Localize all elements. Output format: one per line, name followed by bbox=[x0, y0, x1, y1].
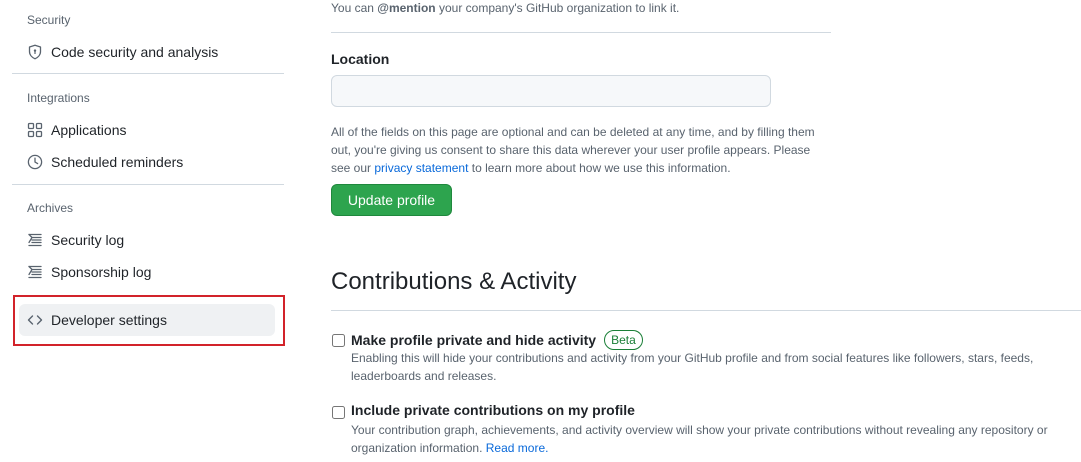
sidebar-item-label: Scheduled reminders bbox=[51, 154, 184, 170]
company-hint: You can @mention your company's GitHub o… bbox=[331, 1, 680, 15]
sidebar-item-sponsorship-log[interactable]: Sponsorship log bbox=[19, 256, 275, 288]
location-input[interactable] bbox=[331, 75, 771, 107]
sidebar-item-label: Code security and analysis bbox=[51, 44, 219, 60]
log-icon bbox=[27, 264, 43, 280]
sidebar-item-security-log[interactable]: Security log bbox=[19, 224, 275, 256]
sidebar-heading-integrations: Integrations bbox=[27, 91, 90, 105]
private-contributions-description: Your contribution graph, achievements, a… bbox=[351, 423, 1048, 455]
privacy-statement-link[interactable]: privacy statement bbox=[374, 161, 468, 175]
private-contributions-label[interactable]: Include private contributions on my prof… bbox=[351, 402, 635, 418]
private-profile-description: Enabling this will hide your contributio… bbox=[351, 351, 1034, 383]
shield-icon bbox=[27, 44, 43, 60]
private-profile-label[interactable]: Make profile private and hide activity Be… bbox=[351, 330, 643, 350]
profile-settings-main: You can @mention your company's GitHub o… bbox=[331, 0, 1081, 462]
location-label: Location bbox=[331, 51, 390, 67]
settings-sidebar: Security Code security and analysis Inte… bbox=[12, 0, 285, 462]
section-divider bbox=[331, 310, 1081, 311]
sidebar-item-label: Security log bbox=[51, 232, 125, 248]
sidebar-item-code-security[interactable]: Code security and analysis bbox=[19, 36, 275, 68]
private-profile-checkbox[interactable] bbox=[332, 334, 345, 347]
read-more-link[interactable]: Read more. bbox=[486, 441, 549, 455]
clock-icon bbox=[27, 154, 43, 170]
sidebar-divider bbox=[12, 73, 284, 74]
sidebar-item-applications[interactable]: Applications bbox=[19, 114, 275, 146]
divider bbox=[331, 32, 831, 33]
sidebar-item-label: Applications bbox=[51, 122, 127, 138]
code-icon bbox=[27, 312, 43, 328]
contributions-title: Contributions & Activity bbox=[331, 268, 577, 295]
sidebar-item-scheduled-reminders[interactable]: Scheduled reminders bbox=[19, 146, 275, 178]
sidebar-item-label: Developer settings bbox=[51, 312, 167, 328]
private-contributions-checkbox[interactable] bbox=[332, 406, 345, 419]
sidebar-item-label: Sponsorship log bbox=[51, 264, 152, 280]
sidebar-item-developer-settings[interactable]: Developer settings bbox=[19, 304, 275, 336]
settings-page: Security Code security and analysis Inte… bbox=[0, 0, 1081, 462]
sidebar-heading-archives: Archives bbox=[27, 201, 74, 215]
apps-icon bbox=[27, 122, 43, 138]
sidebar-heading-security: Security bbox=[27, 13, 71, 27]
update-profile-button[interactable]: Update profile bbox=[331, 184, 452, 216]
beta-badge: Beta bbox=[604, 330, 643, 350]
log-icon bbox=[27, 232, 43, 248]
privacy-notice: All of the fields on this page are optio… bbox=[331, 125, 815, 175]
sidebar-divider bbox=[12, 184, 284, 185]
